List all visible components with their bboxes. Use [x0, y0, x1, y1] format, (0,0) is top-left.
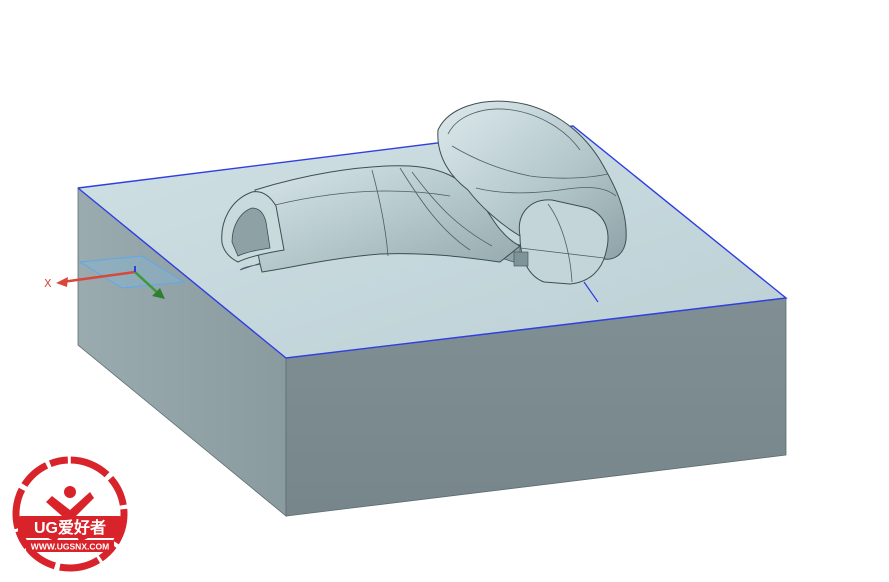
logo-url-text: WWW.UGSNX.COM [31, 542, 109, 552]
x-axis-label: X [44, 277, 52, 290]
model-scene[interactable]: X [0, 0, 889, 582]
part-front-cap[interactable] [518, 199, 609, 285]
part-notch [513, 251, 529, 267]
graphics-viewport[interactable]: X UG爱好者 WWW.UGSNX.COM [0, 0, 889, 582]
logo-brand-text: UG爱好者 [34, 518, 106, 537]
logo-figure-head [64, 486, 76, 498]
ug-watermark-logo: UG爱好者 WWW.UGSNX.COM [12, 456, 128, 572]
x-axis-arrow [56, 277, 68, 287]
